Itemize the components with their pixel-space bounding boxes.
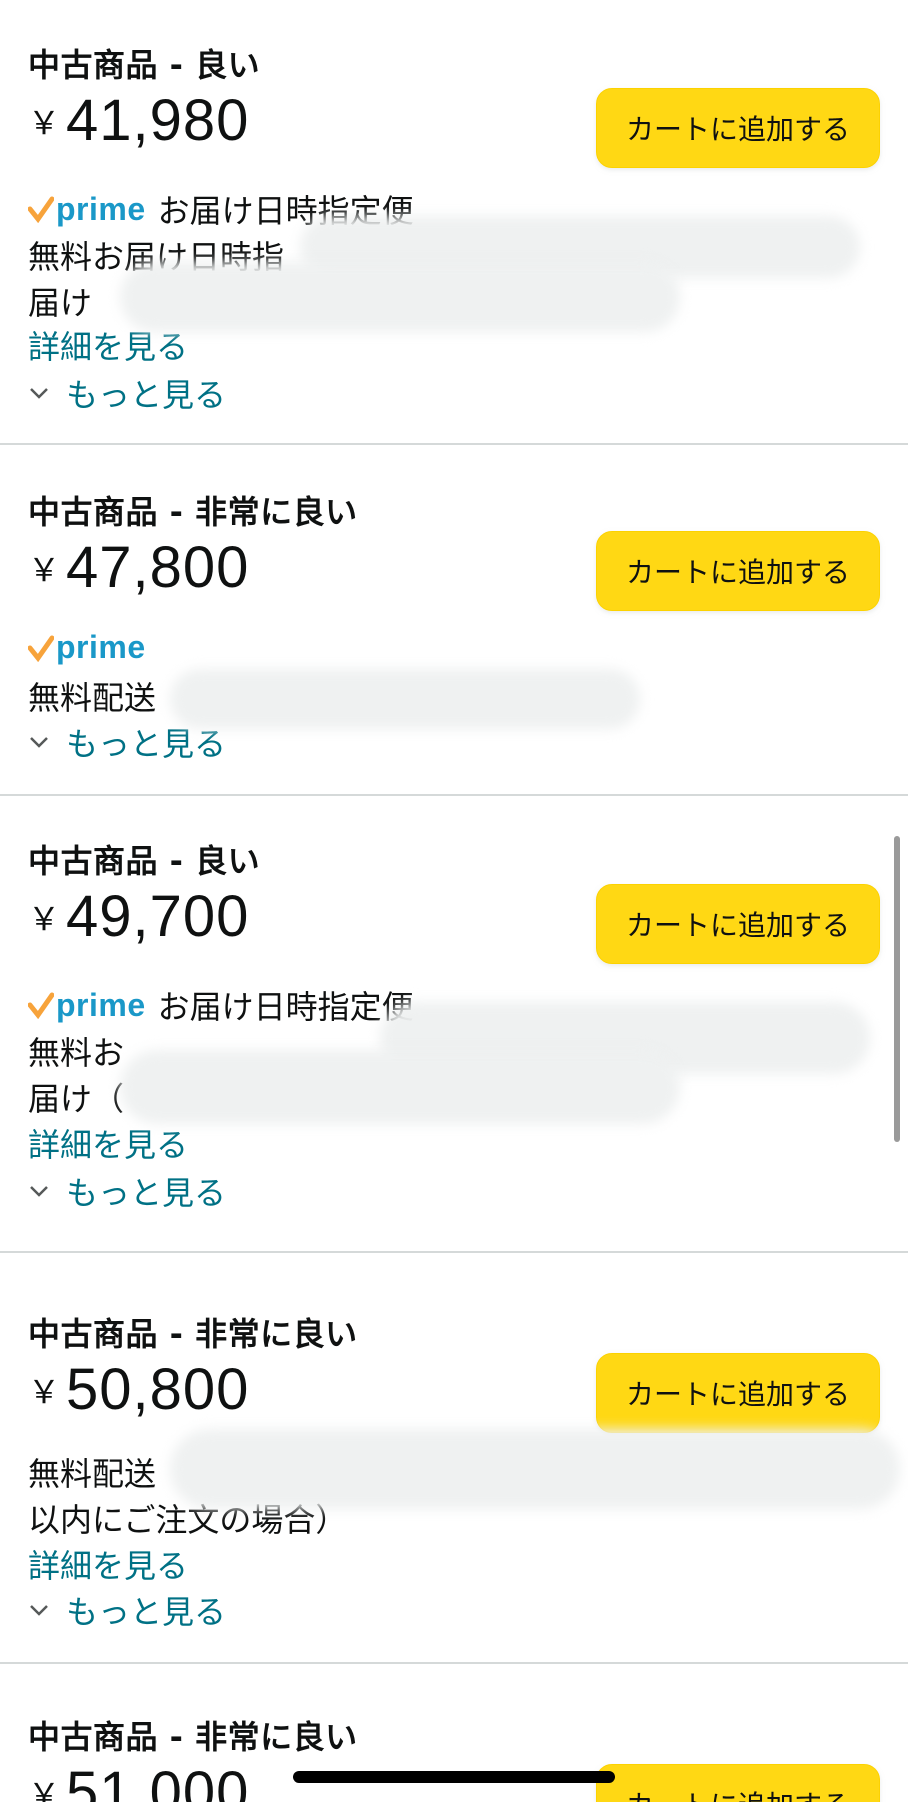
- more-toggle[interactable]: もっと見る: [28, 1168, 226, 1214]
- price: ￥ 47,800: [28, 539, 249, 597]
- add-to-cart-button[interactable]: カートに追加する: [596, 1764, 880, 1802]
- chevron-down-icon: [30, 1186, 48, 1197]
- prime-row: prime お届け日時指定便: [28, 982, 414, 1028]
- chevron-down-icon: [30, 388, 48, 399]
- currency-symbol: ￥: [28, 104, 61, 142]
- prime-check-icon: [28, 635, 54, 662]
- currency-symbol: ￥: [28, 1373, 61, 1411]
- prime-check-icon: [28, 992, 54, 1019]
- more-label: もっと見る: [66, 376, 227, 414]
- delivery-line: 届け: [28, 284, 93, 322]
- price-amount: 47,800: [66, 535, 250, 600]
- prime-row: prime: [28, 629, 146, 666]
- home-indicator[interactable]: [293, 1771, 615, 1783]
- chevron-down-icon: [30, 737, 48, 748]
- chevron-down-icon: [30, 1605, 48, 1616]
- delivery-line: 届け（: [28, 1080, 125, 1118]
- prime-word: prime: [56, 190, 146, 227]
- add-to-cart-button[interactable]: カートに追加する: [596, 88, 880, 168]
- more-label: もっと見る: [66, 1593, 227, 1631]
- price-amount: 50,800: [66, 1357, 250, 1422]
- delivery-line: 無料お: [28, 1034, 125, 1072]
- more-toggle[interactable]: もっと見る: [28, 370, 226, 416]
- delivery-line: 無料配送: [28, 1455, 157, 1493]
- prime-logo: prime: [28, 191, 146, 228]
- price: ￥ 50,800: [28, 1361, 249, 1419]
- price-amount: 41,980: [66, 88, 250, 153]
- currency-symbol: ￥: [28, 900, 61, 938]
- offer-listing: 中古商品 - 良い ￥ 49,700 カートに追加する prime お届け日時指…: [0, 796, 908, 1253]
- add-to-cart-button[interactable]: カートに追加する: [596, 531, 880, 611]
- price: ￥ 41,980: [28, 92, 249, 150]
- details-link[interactable]: 詳細を見る: [28, 1120, 188, 1166]
- condition-label: 中古商品 - 良い: [28, 842, 261, 880]
- price: ￥ 51,000: [28, 1764, 249, 1802]
- scrollbar[interactable]: [894, 836, 900, 1142]
- offer-listing: 中古商品 - 非常に良い ￥ 50,800 カートに追加する 無料配送 以内にご…: [0, 1253, 908, 1664]
- redaction-blur: [120, 262, 680, 332]
- redaction-blur: [170, 669, 640, 729]
- delivery-line: 無料配送: [28, 679, 157, 717]
- price: ￥ 49,700: [28, 888, 249, 946]
- prime-word: prime: [56, 986, 146, 1023]
- more-toggle[interactable]: もっと見る: [28, 1587, 226, 1633]
- condition-label: 中古商品 - 非常に良い: [28, 1315, 358, 1353]
- prime-check-icon: [28, 196, 54, 223]
- offer-listing: 中古商品 - 非常に良い ￥ 47,800 カートに追加する prime 無料配…: [0, 445, 908, 796]
- currency-symbol: ￥: [28, 1776, 61, 1802]
- condition-label: 中古商品 - 非常に良い: [28, 1718, 358, 1756]
- add-to-cart-button[interactable]: カートに追加する: [596, 884, 880, 964]
- currency-symbol: ￥: [28, 551, 61, 589]
- offer-listing: 中古商品 - 良い ￥ 41,980 カートに追加する prime お届け日時指…: [0, 0, 908, 445]
- condition-label: 中古商品 - 非常に良い: [28, 493, 358, 531]
- prime-word: prime: [56, 629, 146, 665]
- add-to-cart-button[interactable]: カートに追加する: [596, 1353, 880, 1433]
- prime-logo: prime: [28, 987, 146, 1024]
- redaction-blur: [170, 1429, 900, 1509]
- redaction-blur: [120, 1050, 680, 1124]
- prime-logo: prime: [28, 629, 146, 666]
- details-link[interactable]: 詳細を見る: [28, 1541, 188, 1587]
- more-label: もっと見る: [66, 1174, 227, 1212]
- condition-label: 中古商品 - 良い: [28, 46, 261, 84]
- price-amount: 51,000: [66, 1760, 250, 1802]
- prime-delivery-text: お届け日時指定便: [157, 988, 414, 1026]
- price-amount: 49,700: [66, 884, 250, 949]
